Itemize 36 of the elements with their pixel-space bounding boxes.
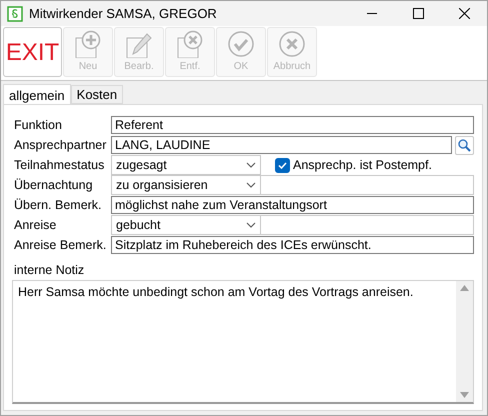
minimize-icon [367,13,377,14]
dropdown[interactable]: gebucht [111,215,261,235]
tab[interactable]: allgemein [3,84,71,105]
chevron-down-icon [246,182,256,188]
cancel-icon [278,30,306,58]
tab[interactable]: Kosten [70,85,124,104]
input-field[interactable]: Sitzplatz im Ruhebereich des ICEs erwünscht. [111,236,474,254]
field-label: Anreise [13,218,58,232]
exit-button[interactable]: EXIT [3,27,62,77]
window-title: Mitwirkender SAMSA, GREGOR [29,6,218,21]
maximize-icon [412,8,424,19]
dropdown[interactable]: zu organsisieren [111,175,261,195]
add-icon [74,30,102,58]
notes-field[interactable]: Herr Samsa möchte unbedingt schon am Vortag des Vortrags anreisen. [12,280,474,404]
input-field[interactable]: möglichst nahe zum Veranstaltungsort [111,196,474,214]
dropdown[interactable]: zugesagt [111,155,261,175]
field-label: Funktion [13,118,63,132]
input-field[interactable]: Referent [111,116,474,134]
chevron-down-icon [246,162,256,168]
checkbox[interactable] [275,158,290,172]
close-icon [458,8,470,19]
field-label: Übernachtung [13,178,94,192]
notes-label: interne Notiz [13,263,86,277]
search-icon [458,138,471,152]
check-icon [227,30,255,58]
chevron-down-icon [246,222,256,228]
checkmark-icon [278,162,287,168]
delete-icon [176,30,204,58]
field-label: Übern. Bemerk. [13,198,103,212]
app-icon [7,6,23,22]
field-label: Teilnahmestatus [13,158,106,172]
field-label: Ansprechpartner [13,138,108,152]
field-label: Anreise Bemerk. [13,238,108,252]
search-button[interactable] [455,136,474,154]
input-field[interactable]: LANG, LAUDINE [111,136,452,154]
checkbox-label: Ansprechp. ist Postempf. [293,158,432,172]
